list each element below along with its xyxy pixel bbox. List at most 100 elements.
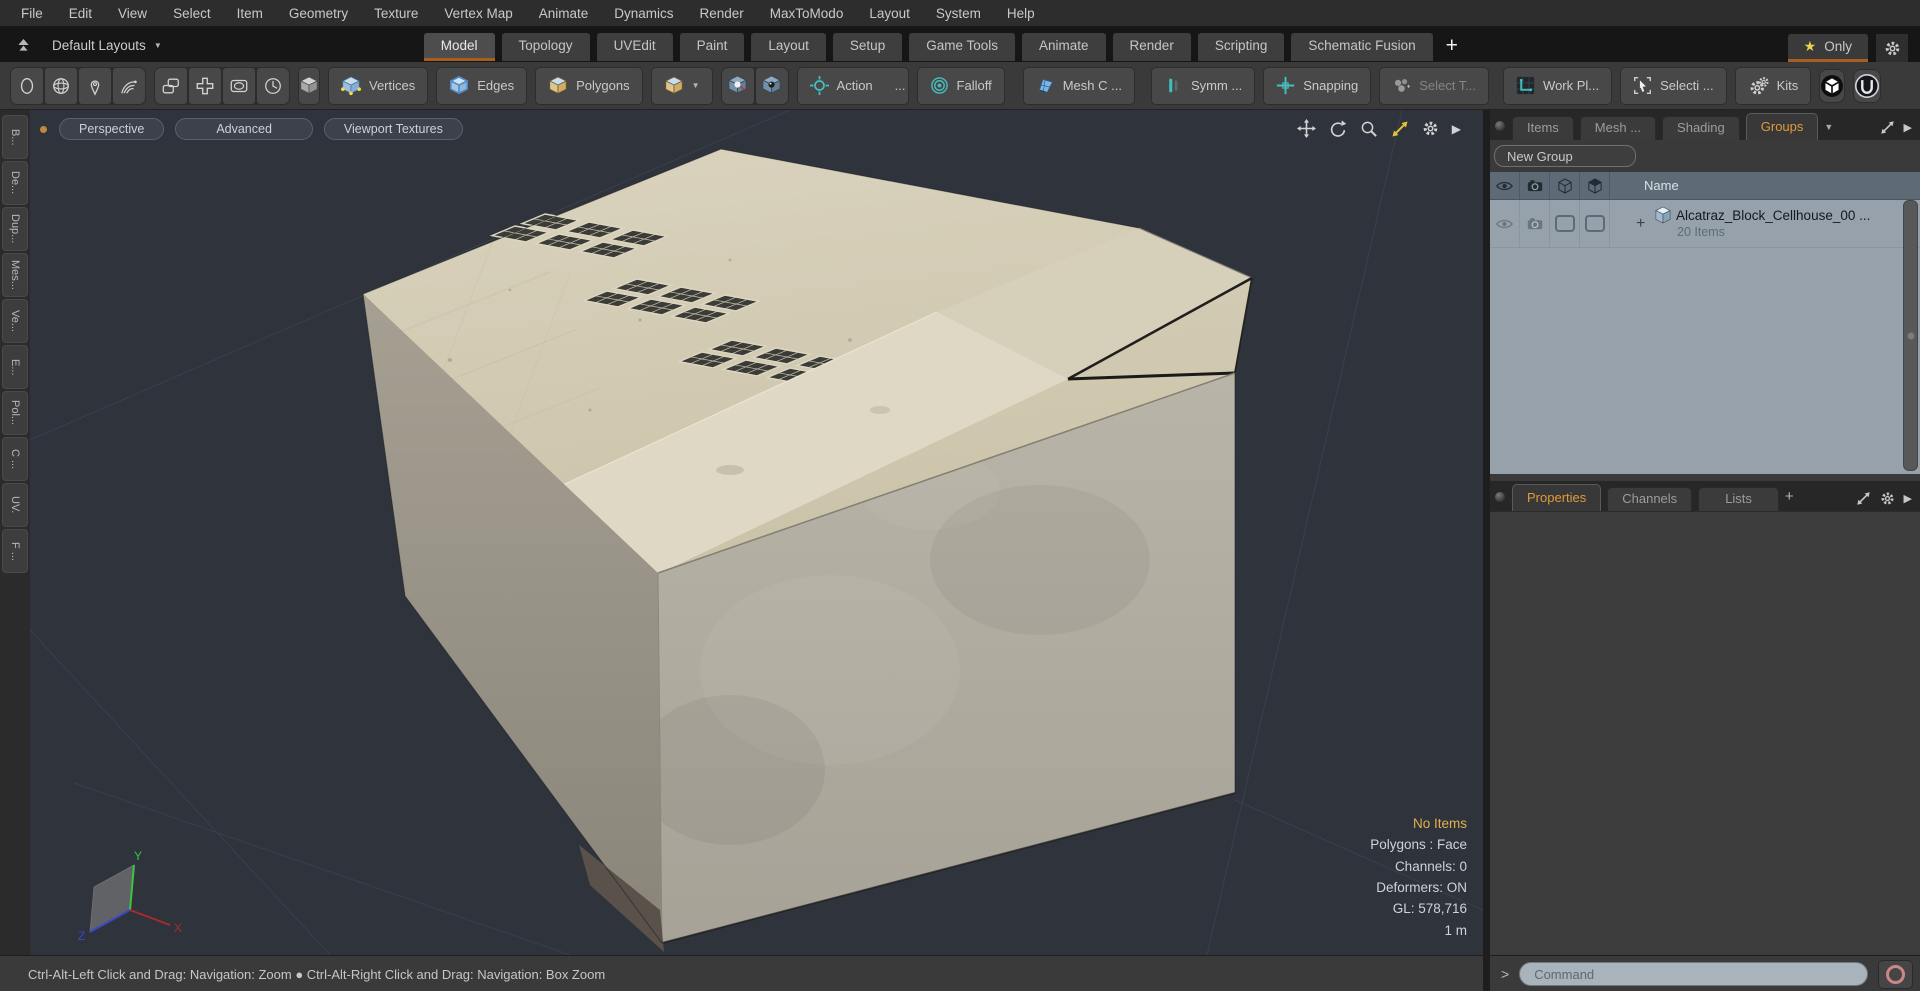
chevron-down-icon[interactable]: ▼: [1824, 122, 1833, 132]
shading-mode-button[interactable]: Advanced: [175, 118, 313, 140]
layout-settings-button[interactable]: [1876, 34, 1908, 62]
symmetry-button[interactable]: Symm ...: [1150, 66, 1256, 105]
panel-gear-icon[interactable]: [1880, 491, 1895, 506]
add-panel-tab-button[interactable]: +: [1785, 488, 1794, 505]
row-checkbox-2[interactable]: [1580, 200, 1610, 247]
zoom-icon[interactable]: [1360, 120, 1378, 138]
selection-sets-button[interactable]: Selecti ...: [1620, 66, 1727, 105]
name-column-header[interactable]: Name: [1610, 172, 1920, 199]
tab-game-tools[interactable]: Game Tools: [909, 33, 1015, 61]
items-mode-dropdown[interactable]: ▼: [650, 66, 713, 105]
menu-select[interactable]: Select: [160, 6, 224, 21]
center-mode-button[interactable]: [721, 67, 754, 104]
vertices-mode-button[interactable]: Vertices: [328, 66, 429, 105]
left-tab-curves[interactable]: C ...: [2, 437, 28, 481]
tab-properties[interactable]: Properties: [1512, 484, 1602, 511]
panel-flyout-icon[interactable]: ▶: [1904, 121, 1912, 134]
viewport-canvas[interactable]: Y X Z: [30, 110, 1483, 955]
groups-list-scrollbar[interactable]: [1903, 200, 1918, 471]
tab-shading[interactable]: Shading: [1662, 116, 1740, 140]
menu-vertex-map[interactable]: Vertex Map: [431, 6, 525, 21]
layout-popup-button[interactable]: [10, 33, 36, 57]
left-tab-falloff[interactable]: F ...: [2, 529, 28, 573]
action-center-button[interactable]: Action...: [796, 66, 909, 105]
menu-system[interactable]: System: [923, 6, 994, 21]
menu-render[interactable]: Render: [687, 6, 757, 21]
layers-tool-button[interactable]: [155, 67, 187, 104]
left-tab-vertex[interactable]: Ve...: [2, 299, 28, 343]
tab-layout[interactable]: Layout: [751, 33, 826, 61]
tab-lists[interactable]: Lists: [1698, 487, 1779, 511]
menu-edit[interactable]: Edit: [56, 6, 105, 21]
only-toggle-button[interactable]: ★ Only: [1787, 34, 1868, 62]
viewport-settings-gear-icon[interactable]: [1422, 120, 1439, 137]
viewport-3d[interactable]: Y X Z Perspective Advanced Viewport Text…: [30, 110, 1483, 955]
left-tab-polygon[interactable]: Pol...: [2, 391, 28, 435]
tab-setup[interactable]: Setup: [832, 33, 903, 61]
expand-panel-icon[interactable]: [1856, 491, 1871, 506]
row-name-cell[interactable]: + Alcatraz_Block_Cellhouse_00 ... 20 Ite…: [1610, 200, 1920, 247]
tab-mesh-ops[interactable]: Mesh ...: [1579, 116, 1657, 140]
panel-knob-icon[interactable]: [1495, 121, 1505, 131]
lasso-tool-button[interactable]: [113, 67, 145, 104]
tab-scripting[interactable]: Scripting: [1197, 33, 1285, 61]
row-visibility-toggle[interactable]: [1490, 200, 1520, 247]
box-logo-button[interactable]: [1819, 68, 1846, 103]
ellipse-tool-button[interactable]: [11, 67, 43, 104]
visibility-column-header[interactable]: [1490, 172, 1520, 199]
polygons-mode-button[interactable]: Polygons: [535, 66, 643, 105]
kits-button[interactable]: Kits: [1734, 66, 1812, 105]
shape-tool-button[interactable]: [223, 67, 255, 104]
left-tab-uv[interactable]: UV.: [2, 483, 28, 527]
left-tab-basic[interactable]: B...: [2, 115, 28, 159]
cube-display-button[interactable]: [298, 66, 320, 105]
left-tab-mesh[interactable]: Mes...: [2, 253, 28, 297]
add-tool-button[interactable]: [189, 67, 221, 104]
building-model[interactable]: [362, 148, 1253, 952]
viewport-flyout-icon[interactable]: ▶: [1452, 122, 1461, 136]
left-tab-deform[interactable]: De...: [2, 161, 28, 205]
menu-dynamics[interactable]: Dynamics: [601, 6, 686, 21]
tab-paint[interactable]: Paint: [679, 33, 745, 61]
row-render-toggle[interactable]: [1520, 200, 1550, 247]
menu-file[interactable]: File: [8, 6, 56, 21]
sphere-tool-button[interactable]: [45, 67, 77, 104]
menu-item[interactable]: Item: [224, 6, 276, 21]
pivot-mode-button[interactable]: [755, 67, 788, 104]
snapping-button[interactable]: Snapping: [1263, 66, 1372, 105]
panel-knob-icon[interactable]: [1495, 492, 1505, 502]
add-tab-button[interactable]: +: [1440, 33, 1470, 62]
menu-view[interactable]: View: [105, 6, 160, 21]
time-tool-button[interactable]: [257, 67, 289, 104]
menu-layout[interactable]: Layout: [856, 6, 923, 21]
expand-plus-icon[interactable]: +: [1636, 215, 1648, 232]
command-input[interactable]: [1519, 962, 1868, 986]
menu-help[interactable]: Help: [994, 6, 1048, 21]
left-tab-edge[interactable]: E...: [2, 345, 28, 389]
menu-maxtomodo[interactable]: MaxToModo: [757, 6, 857, 21]
panel-flyout-icon[interactable]: ▶: [1904, 492, 1912, 505]
left-tab-duplicate[interactable]: Dup...: [2, 207, 28, 251]
menu-geometry[interactable]: Geometry: [276, 6, 361, 21]
tab-groups[interactable]: Groups: [1745, 113, 1819, 140]
wire-cube-column-header[interactable]: [1550, 172, 1580, 199]
tab-uvedit[interactable]: UVEdit: [596, 33, 673, 61]
pin-tool-button[interactable]: [79, 67, 111, 104]
pan-icon[interactable]: [1297, 119, 1316, 138]
tab-render[interactable]: Render: [1112, 33, 1191, 61]
tab-channels[interactable]: Channels: [1607, 487, 1693, 511]
macro-record-button[interactable]: [1878, 959, 1913, 989]
view-mode-button[interactable]: Perspective: [59, 118, 165, 140]
work-plane-button[interactable]: Work Pl...: [1503, 66, 1613, 105]
viewport-state-dot[interactable]: [40, 125, 47, 133]
layout-switcher[interactable]: Default Layouts ▼: [52, 38, 162, 53]
expand-panel-icon[interactable]: [1880, 120, 1895, 135]
mesh-constraint-button[interactable]: Mesh C ...: [1022, 66, 1135, 105]
edges-mode-button[interactable]: Edges: [436, 66, 528, 105]
row-checkbox-1[interactable]: [1550, 200, 1580, 247]
unreal-bridge-button[interactable]: [1853, 68, 1882, 103]
tab-model[interactable]: Model: [423, 33, 495, 61]
new-group-button[interactable]: New Group: [1494, 145, 1636, 167]
render-column-header[interactable]: [1520, 172, 1550, 199]
orbit-icon[interactable]: [1329, 120, 1347, 138]
